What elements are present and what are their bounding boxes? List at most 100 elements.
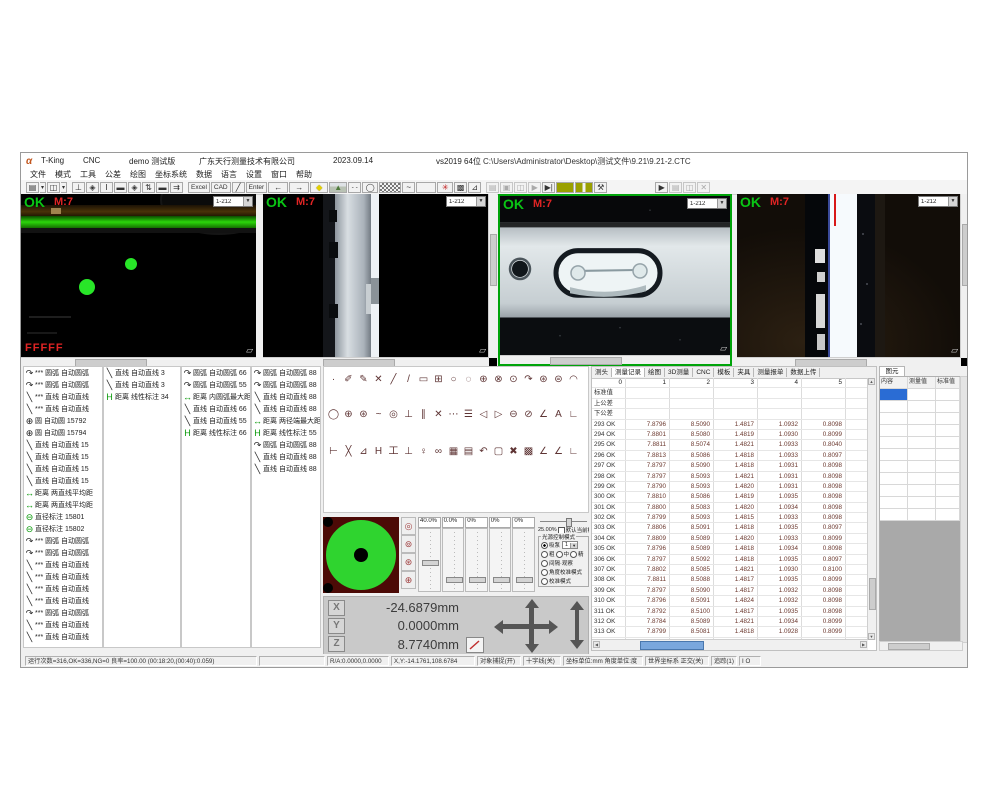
measure-tool-icon[interactable]: ◁ (476, 408, 491, 421)
feature-list-item[interactable]: H距离 线性标注 55 (252, 427, 320, 439)
table-row[interactable]: 301 OK7.88008.50831.48201.09340.80981.09… (592, 503, 868, 513)
element-cell[interactable] (880, 473, 908, 484)
table-row[interactable]: 310 OK7.87968.50911.48241.09320.80981.09… (592, 596, 868, 606)
table-row[interactable]: 309 OK7.87978.50901.48171.09320.80981.09… (592, 586, 868, 596)
feature-list-item[interactable]: ╲直线 自动直线 3 (104, 379, 180, 391)
axis-z-button[interactable]: Z (328, 636, 345, 652)
element-cell[interactable] (880, 449, 908, 460)
toolbar-save-dropdown[interactable]: ▾ (40, 182, 46, 193)
toolbar-stop-button[interactable] (556, 182, 574, 193)
element-cell[interactable] (908, 509, 936, 520)
menu-item-4[interactable]: 绘图 (130, 169, 146, 180)
feature-list-item[interactable]: ↷圆弧 自动圆弧 55 (182, 379, 250, 391)
element-cell[interactable] (880, 497, 908, 508)
measure-tool-icon[interactable]: ◎ (386, 408, 401, 421)
feature-list-item[interactable]: ╲直线 自动直线 88 (252, 391, 320, 403)
toolbar-blank-button[interactable]: ▬ (114, 182, 127, 193)
element-cell[interactable] (936, 473, 960, 484)
toolbar-blank2-button[interactable]: ▬ (156, 182, 169, 193)
table-row[interactable]: 307 OK7.88028.50851.48211.09300.81001.09… (592, 565, 868, 575)
element-cell[interactable] (908, 413, 936, 424)
element-cell[interactable] (908, 497, 936, 508)
measure-tool-icon[interactable]: / (401, 373, 416, 386)
element-cell[interactable] (880, 389, 908, 400)
camera2-zoom-select[interactable]: 1-212▼ (446, 196, 486, 207)
slider-track[interactable] (489, 528, 512, 592)
light-icon-2[interactable]: ⊚ (401, 535, 416, 553)
table-row[interactable]: 300 OK7.88108.50861.48191.09350.80981.09… (592, 492, 868, 502)
diagonal-move-button[interactable] (466, 637, 484, 653)
measure-tool-icon[interactable]: ✎ (356, 373, 371, 386)
menu-item-3[interactable]: 公差 (105, 169, 121, 180)
toolbar-bulb-button[interactable]: ◆ (310, 182, 328, 193)
measure-tool-icon[interactable]: ⊥ (401, 408, 416, 421)
measure-tool-icon[interactable]: A (551, 408, 566, 421)
feature-list-item[interactable]: ╲*** 直线 自动直线 (24, 403, 102, 415)
measure-tool-icon[interactable]: ⋯ (446, 408, 461, 421)
light-slider-5[interactable]: 0% (512, 517, 535, 593)
element-cell[interactable] (936, 413, 960, 424)
feature-list-item[interactable]: ⊕圆 自动圆 15792 (24, 415, 102, 427)
measure-tool-icon[interactable]: ▢ (491, 445, 506, 458)
measure-tool-icon[interactable]: ▷ (491, 408, 506, 421)
camera-view-2[interactable]: OK M:7 1-212▼ ▱ (263, 194, 497, 366)
measure-tool-icon[interactable]: ◠ (566, 373, 581, 386)
measure-tool-icon[interactable]: ◯ (326, 408, 341, 421)
element-row[interactable] (880, 497, 962, 509)
measure-tool-icon[interactable]: ▩ (521, 445, 536, 458)
measure-tool-icon[interactable]: · (326, 373, 341, 386)
table-row[interactable]: 294 OK7.88018.50801.48191.09300.80991.09… (592, 430, 868, 440)
measure-tool-icon[interactable]: ∞ (431, 445, 446, 458)
fine-radio[interactable] (570, 551, 577, 558)
element-row[interactable] (880, 413, 962, 425)
measure-tool-icon[interactable]: ⊙ (506, 373, 521, 386)
toolbar-curve-button[interactable]: ~ (402, 182, 415, 193)
table-row[interactable]: 308 OK7.88118.50881.48171.09350.80991.09… (592, 575, 868, 585)
table-row[interactable]: 306 OK7.87978.50921.48181.09350.80971.09… (592, 555, 868, 565)
slider-track[interactable] (418, 528, 441, 592)
element-row[interactable] (880, 437, 962, 449)
table-row[interactable]: 293 OK7.87968.50901.48171.09320.80981.09… (592, 420, 868, 430)
menu-item-2[interactable]: 工具 (80, 169, 96, 180)
measure-tool-icon[interactable]: ↷ (521, 373, 536, 386)
element-cell[interactable] (908, 461, 936, 472)
feature-list-item[interactable]: ╲直线 自动直线 55 (182, 415, 250, 427)
extra-radio[interactable] (541, 578, 548, 585)
feature-list-item[interactable]: ↔距离 内圆弧最大距 (182, 391, 250, 403)
table-grid[interactable]: 0123456标准值上公差下公差293 OK7.87968.50901.4817… (592, 378, 868, 640)
element-cell[interactable] (936, 401, 960, 412)
measure-tool-icon[interactable]: ∥ (416, 408, 431, 421)
toolbar-enter-button[interactable]: Enter (246, 182, 268, 193)
z-down-icon[interactable] (570, 640, 584, 649)
measure-tool-icon[interactable]: 工 (386, 445, 401, 458)
measure-tool-icon[interactable]: ⊥ (401, 445, 416, 458)
menu-item-7[interactable]: 语言 (221, 169, 237, 180)
master-slider[interactable] (538, 517, 589, 525)
element-cell[interactable] (936, 461, 960, 472)
feature-list-item[interactable]: ╲*** 直线 自动直线 (24, 583, 102, 595)
toolbar-star-button[interactable]: ✳ (437, 182, 453, 193)
element-cell[interactable] (936, 497, 960, 508)
menu-item-5[interactable]: 坐标系统 (155, 169, 187, 180)
toolbar-landscape-button[interactable]: ▲ (329, 182, 347, 193)
element-row[interactable] (880, 485, 962, 497)
feature-list-item[interactable]: ↷*** 圆弧 自动圆弧 (24, 547, 102, 559)
measure-tool-icon[interactable]: ╳ (341, 445, 356, 458)
toolbar-arrow-left-button[interactable]: ← (268, 182, 288, 193)
light-icon-1[interactable]: ◎ (401, 517, 416, 535)
table-vscrollbar[interactable]: ▲ ▼ (867, 378, 876, 640)
element-row[interactable] (880, 473, 962, 485)
toolbar-multi-button[interactable]: ▣ (500, 182, 513, 193)
feature-list-item[interactable]: H距离 线性标注 34 (104, 391, 180, 403)
feature-list-item[interactable]: ╲直线 自动直线 15 (24, 475, 102, 487)
table-row[interactable]: 297 OK7.87978.50901.48181.09310.80981.09… (592, 461, 868, 471)
toolbar-excel-button[interactable]: Excel (188, 182, 210, 193)
measure-tool-icon[interactable]: ∠ (536, 408, 551, 421)
toolbar-save3-button[interactable]: ▤ (669, 182, 682, 193)
measure-tool-icon[interactable]: ⊖ (506, 408, 521, 421)
toolbar-probe-button[interactable]: ⊥ (72, 182, 85, 193)
table-row[interactable]: 311 OK7.87928.51001.48171.09350.80981.09… (592, 607, 868, 617)
feature-list-item[interactable]: ╲*** 直线 自动直线 (24, 619, 102, 631)
feature-list-item[interactable]: ↔距离 两直线平均距 (24, 499, 102, 511)
element-cell[interactable] (936, 449, 960, 460)
